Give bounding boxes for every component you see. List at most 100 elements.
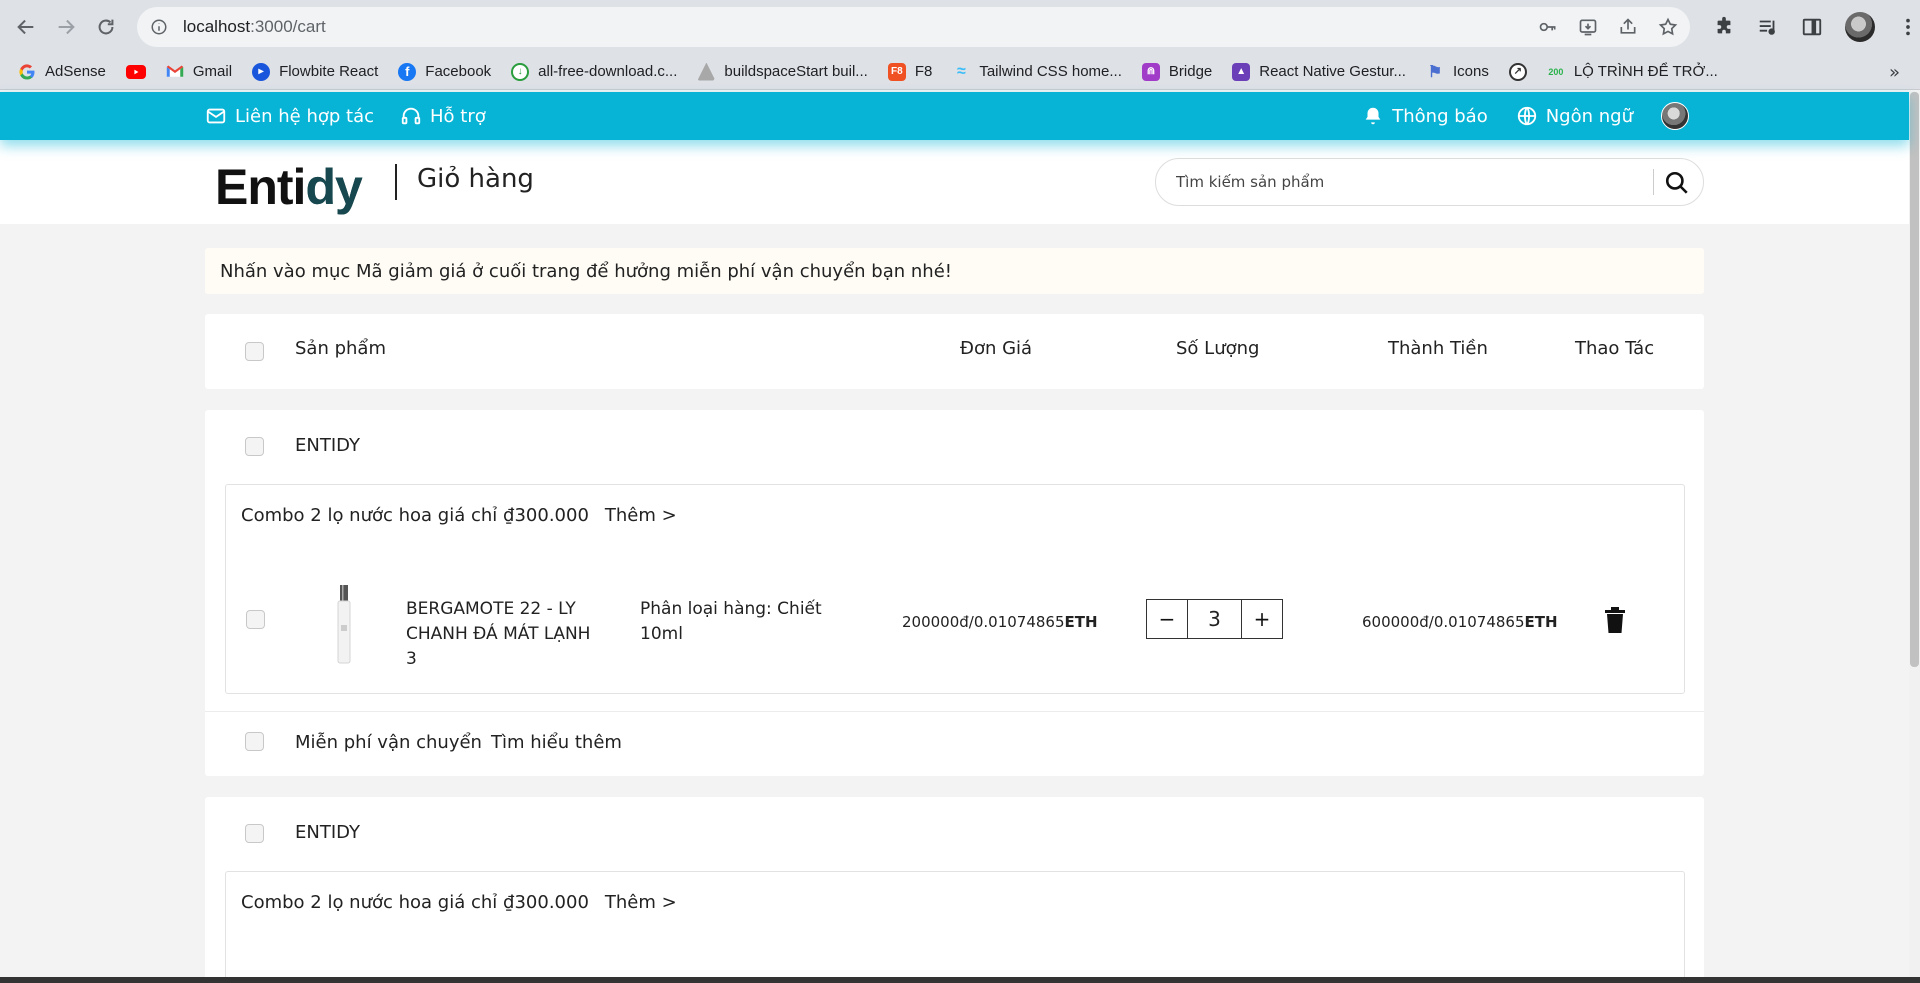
youtube-icon: [125, 64, 146, 79]
mail-icon: [206, 108, 226, 124]
decrease-quantity-button[interactable]: −: [1147, 600, 1187, 638]
bookmark-gmail[interactable]: Gmail: [166, 63, 232, 81]
os-taskbar-edge: [0, 977, 1920, 983]
google-icon: [18, 63, 36, 81]
page-title: Giỏ hàng: [417, 164, 534, 194]
browser-menu-icon[interactable]: [1897, 16, 1919, 38]
shop-card: ENTIDY Combo 2 lọ nước hoa giá chỉ ₫300.…: [205, 410, 1704, 776]
line-total-currency: ETH: [1524, 613, 1558, 631]
back-arrow-icon: [17, 19, 34, 35]
url-path: :3000/cart: [250, 17, 326, 36]
product-name[interactable]: BERGAMOTE 22 - LY CHANH ĐÁ MÁT LẠNH 3: [406, 597, 606, 672]
shop-checkbox[interactable]: [245, 824, 264, 843]
product-image[interactable]: [336, 585, 352, 665]
forward-button[interactable]: [46, 7, 86, 47]
address-bar[interactable]: localhost:3000/cart: [137, 7, 1690, 47]
bookmark-icons[interactable]: ⚑ Icons: [1426, 63, 1489, 81]
download-icon: ↓: [511, 62, 530, 81]
media-control-icon[interactable]: [1757, 16, 1779, 38]
bookmarks-overflow-icon[interactable]: »: [1889, 62, 1900, 83]
bookmark-label: F8: [914, 63, 933, 80]
select-all-checkbox[interactable]: [245, 342, 264, 361]
shipping-learn-more-link[interactable]: Tìm hiểu thêm: [491, 732, 622, 753]
flag-icon: ⚑: [1427, 63, 1443, 81]
user-avatar[interactable]: [1661, 102, 1689, 130]
combo-label: Combo 2 lọ nước hoa giá chỉ ₫300.000: [241, 892, 589, 913]
extensions-puzzle-icon[interactable]: [1713, 16, 1735, 38]
site-header: Entidy Giỏ hàng: [0, 140, 1909, 224]
shipping-divider: [205, 711, 1704, 712]
install-app-icon[interactable]: [1578, 17, 1598, 37]
browser-toolbar: localhost:3000/cart: [0, 0, 1920, 54]
search-bar: [1155, 158, 1704, 206]
bookmark-all-free-download[interactable]: ↓ all-free-download.c...: [511, 62, 678, 81]
combo-group: Combo 2 lọ nước hoa giá chỉ ₫300.000 Thê…: [225, 871, 1685, 983]
col-total: Thành Tiền: [1388, 338, 1488, 359]
site-logo[interactable]: Entidy: [215, 158, 363, 216]
bookmark-tailwind[interactable]: ≈ Tailwind CSS home...: [952, 63, 1122, 81]
col-quantity: Số Lượng: [1176, 338, 1260, 359]
bookmark-label: LỘ TRÌNH ĐỂ TRỞ...: [1573, 63, 1718, 80]
forward-arrow-icon: [58, 19, 75, 35]
bookmark-label: all-free-download.c...: [538, 63, 678, 80]
combo-more-link[interactable]: Thêm >: [605, 505, 677, 526]
200lab-icon: 200: [1548, 66, 1564, 77]
notifications-link[interactable]: Thông báo: [1362, 105, 1488, 127]
bookmark-f8[interactable]: F8 F8: [887, 62, 933, 81]
bookmark-compass[interactable]: ↗: [1508, 62, 1527, 81]
search-icon: [1665, 171, 1688, 194]
browser-profile-avatar[interactable]: [1845, 12, 1875, 42]
col-actions: Thao Tác: [1575, 338, 1655, 359]
page-scrollbar-thumb[interactable]: [1910, 92, 1919, 667]
bookmark-label: Icons: [1452, 63, 1489, 80]
bell-icon: [1365, 107, 1381, 125]
bookmark-star-icon[interactable]: [1658, 17, 1678, 37]
key-icon[interactable]: [1538, 17, 1558, 37]
delete-item-button[interactable]: [1604, 607, 1626, 633]
buildspace-icon: [697, 62, 716, 81]
support-link[interactable]: Hỗ trợ: [400, 105, 486, 127]
col-product: Sản phẩm: [295, 338, 386, 359]
combo-more-link[interactable]: Thêm >: [605, 892, 677, 913]
contact-link[interactable]: Liên hệ hợp tác: [205, 105, 374, 127]
bookmark-lo-trinh[interactable]: 200 LỘ TRÌNH ĐỂ TRỞ...: [1547, 63, 1718, 81]
share-icon[interactable]: [1618, 17, 1638, 37]
increase-quantity-button[interactable]: +: [1242, 600, 1282, 638]
bookmark-label: Bridge: [1168, 63, 1213, 80]
flowbite-icon: ▸: [252, 62, 271, 81]
extensions-area: [1713, 7, 1919, 47]
bookmarks-bar: AdSense Gmail ▸ Flowbite React f Faceboo…: [0, 54, 1920, 90]
bookmark-label: buildspaceStart buil...: [724, 63, 868, 80]
bookmark-buildspace[interactable]: buildspaceStart buil...: [697, 62, 868, 81]
item-checkbox[interactable]: [246, 610, 265, 629]
bookmark-facebook[interactable]: f Facebook: [398, 62, 492, 81]
search-button[interactable]: [1663, 169, 1691, 197]
reload-button[interactable]: [86, 7, 126, 47]
site-info-icon[interactable]: [149, 17, 169, 37]
quantity-value[interactable]: 3: [1187, 600, 1242, 638]
shipping-label: Miễn phí vận chuyển: [295, 732, 482, 753]
unit-price-currency: ETH: [1064, 613, 1098, 631]
logo-text-accent: dy: [305, 159, 362, 215]
shipping-checkbox[interactable]: [245, 732, 264, 751]
side-panel-icon[interactable]: [1801, 16, 1823, 38]
bridge-icon: ⋒: [1141, 62, 1160, 81]
combo-label: Combo 2 lọ nước hoa giá chỉ ₫300.000: [241, 505, 589, 526]
url-text[interactable]: localhost:3000/cart: [183, 17, 326, 37]
bookmark-label: AdSense: [45, 63, 106, 80]
bookmark-adsense[interactable]: AdSense: [18, 63, 106, 81]
url-host: localhost: [183, 17, 251, 36]
language-label: Ngôn ngữ: [1545, 105, 1633, 127]
notifications-label: Thông báo: [1392, 105, 1488, 127]
bookmark-flowbite[interactable]: ▸ Flowbite React: [252, 62, 378, 81]
bookmark-youtube[interactable]: [125, 64, 146, 79]
bookmark-label: Facebook: [425, 63, 492, 80]
language-link[interactable]: Ngôn ngữ: [1516, 105, 1633, 127]
search-input[interactable]: [1176, 173, 1636, 191]
f8-icon: F8: [887, 62, 906, 81]
shop-checkbox[interactable]: [245, 437, 264, 456]
product-variant[interactable]: Phân loại hàng: Chiết 10ml: [640, 597, 840, 647]
back-button[interactable]: [6, 7, 46, 47]
bookmark-react-native-gesture[interactable]: ▲ React Native Gestur...: [1232, 62, 1406, 81]
bookmark-bridge[interactable]: ⋒ Bridge: [1141, 62, 1213, 81]
